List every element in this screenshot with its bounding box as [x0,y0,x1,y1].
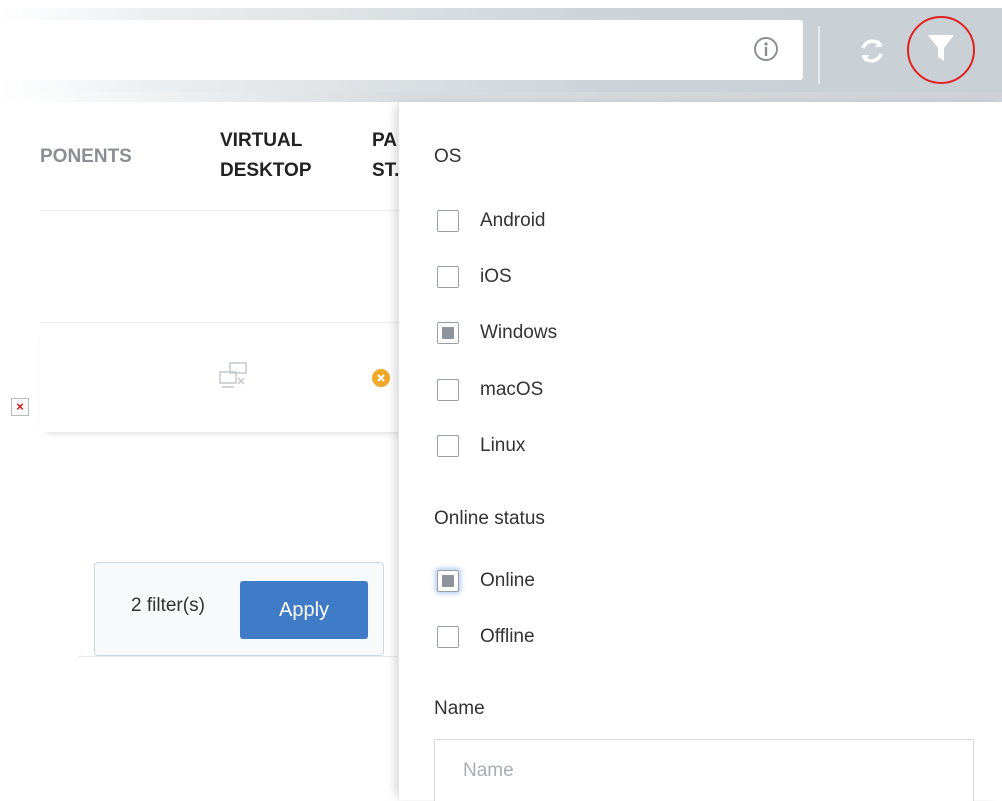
linux-label: Linux [480,435,526,456]
offline-checkbox[interactable] [437,626,459,648]
toolbar-divider [818,26,820,84]
filter-panel: OS Android iOS Windows macOS Linux Onlin… [398,102,1002,801]
header-divider [40,210,400,211]
column-header-label: PONENTS [40,146,132,167]
column-header-components[interactable]: PONENTS [40,142,132,172]
apply-filter-bar: 2 filter(s) Apply [94,562,384,656]
os-section-label: OS [434,146,462,167]
os-option-windows[interactable]: Windows [437,319,557,347]
windows-label: Windows [480,322,558,343]
name-input[interactable] [434,739,974,801]
column-header-virtual-desktop[interactable]: VIRTUAL DESKTOP [220,126,312,186]
refresh-icon[interactable] [855,34,889,68]
info-circle-icon[interactable] [753,36,779,62]
column-header-line: PA [372,130,397,151]
os-option-macos[interactable]: macOS [437,376,543,404]
linux-checkbox[interactable] [437,435,459,457]
ios-label: iOS [480,266,512,287]
table-bottom-divider [78,656,398,657]
offline-label: Offline [480,626,535,647]
status-option-online[interactable]: Online [437,567,535,595]
ios-checkbox[interactable] [437,266,459,288]
broken-image-icon: × [11,398,29,416]
os-option-linux[interactable]: Linux [437,432,525,460]
virtual-desktop-disconnected-icon [216,360,256,390]
status-warning-icon [372,369,390,387]
online-label: Online [480,570,535,591]
funnel-icon [926,32,956,69]
macos-label: macOS [480,379,544,400]
name-section-label: Name [434,698,485,719]
status-option-offline[interactable]: Offline [437,623,535,651]
column-header-line: VIRTUAL [220,130,303,151]
column-header-patch-status[interactable]: PA ST. [372,126,399,186]
filter-button[interactable] [907,16,975,84]
column-header-line: DESKTOP [220,160,312,181]
android-checkbox[interactable] [437,210,459,232]
online-checkbox[interactable] [437,570,459,592]
android-label: Android [480,210,546,231]
apply-button[interactable]: Apply [240,581,368,639]
search-input-box[interactable] [0,20,803,80]
toolbar-edge [0,92,1002,102]
online-status-section-label: Online status [434,508,545,529]
os-option-android[interactable]: Android [437,207,546,235]
filter-count-label: 2 filter(s) [131,595,205,616]
macos-checkbox[interactable] [437,379,459,401]
windows-checkbox[interactable] [437,322,459,344]
column-header-line: ST. [372,160,400,181]
os-option-ios[interactable]: iOS [437,263,512,291]
